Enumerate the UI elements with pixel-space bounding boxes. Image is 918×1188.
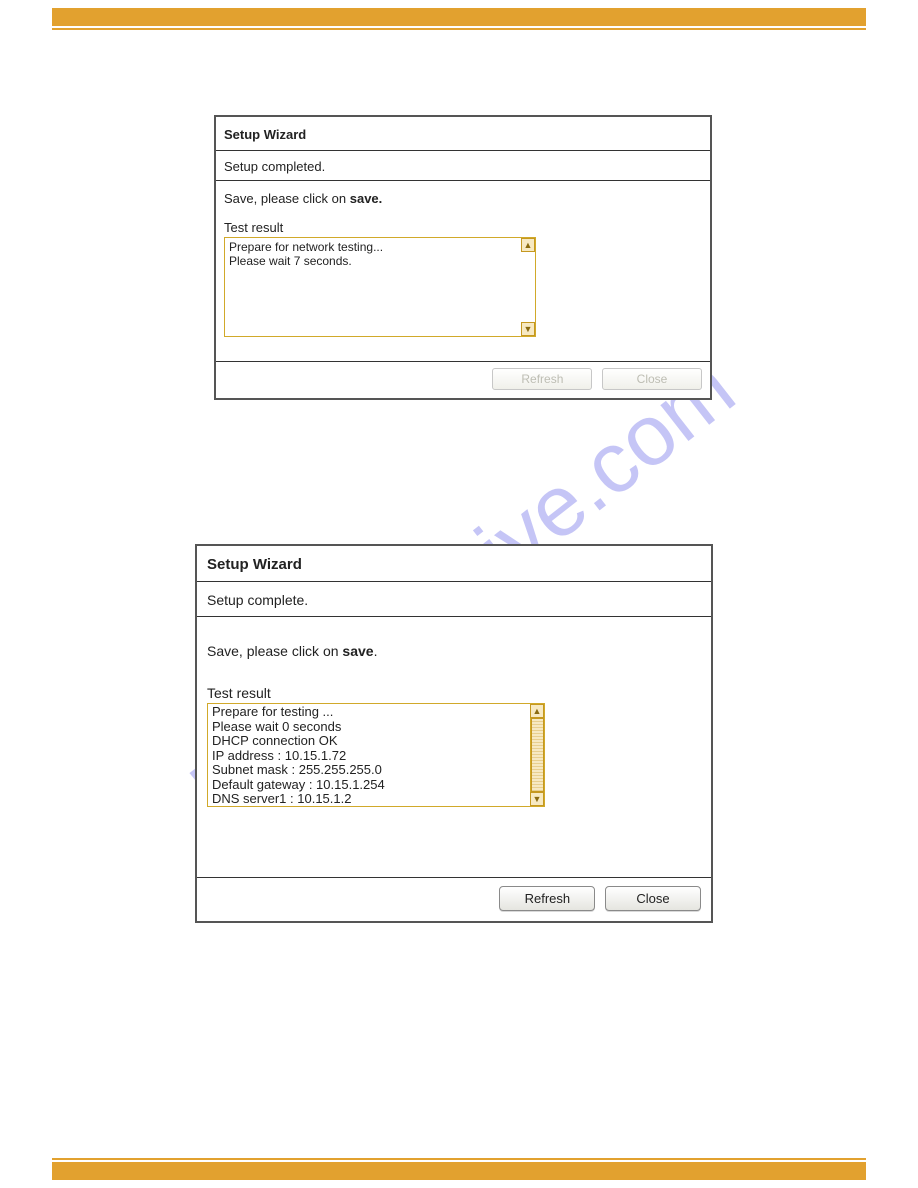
close-button[interactable]: Close — [605, 886, 701, 911]
save-hint-bold: save. — [350, 191, 383, 206]
setup-wizard-dialog-inprogress: Setup Wizard Setup completed. Save, plea… — [214, 115, 712, 400]
scroll-down-icon[interactable]: ▼ — [521, 322, 535, 336]
test-result-text: Prepare for network testing... Please wa… — [225, 238, 519, 336]
dialog-body: Save, please click on save. Test result … — [197, 617, 711, 877]
dialog-body: Save, please click on save. Test result … — [216, 181, 710, 361]
test-result-box[interactable]: Prepare for network testing... Please wa… — [224, 237, 536, 337]
test-result-box[interactable]: Prepare for testing ... Please wait 0 se… — [207, 703, 545, 807]
save-hint-suffix: . — [374, 643, 378, 659]
accent-rule — [52, 1158, 866, 1160]
dialog-footer: Refresh Close — [216, 361, 710, 398]
document-page: manualshive.com Setup Wizard Setup compl… — [0, 0, 918, 1188]
refresh-button[interactable]: Refresh — [492, 368, 592, 390]
close-button[interactable]: Close — [602, 368, 702, 390]
dialog-footer: Refresh Close — [197, 877, 711, 921]
dialog-subtitle: Setup completed. — [216, 151, 710, 181]
setup-wizard-dialog-complete: Setup Wizard Setup complete. Save, pleas… — [195, 544, 713, 923]
dialog-title: Setup Wizard — [197, 546, 711, 582]
save-hint: Save, please click on save. — [224, 191, 702, 206]
test-result-text: Prepare for testing ... Please wait 0 se… — [208, 704, 528, 806]
accent-bar — [52, 1162, 866, 1180]
page-bottom-accent — [52, 1158, 866, 1180]
save-hint-prefix: Save, please click on — [224, 191, 350, 206]
page-top-accent — [52, 8, 866, 30]
dialog-subtitle: Setup complete. — [197, 582, 711, 617]
test-result-label: Test result — [224, 220, 702, 235]
accent-rule — [52, 28, 866, 30]
scroll-down-icon[interactable]: ▼ — [530, 792, 544, 806]
scrollbar-thumb[interactable] — [531, 718, 544, 792]
save-hint-bold: save — [342, 643, 373, 659]
refresh-button[interactable]: Refresh — [499, 886, 595, 911]
accent-bar — [52, 8, 866, 26]
scrollbar-track[interactable]: ▲ ▼ — [530, 704, 544, 806]
scroll-up-icon[interactable]: ▲ — [521, 238, 535, 252]
save-hint: Save, please click on save. — [207, 643, 701, 659]
test-result-label: Test result — [207, 685, 701, 701]
scroll-up-icon[interactable]: ▲ — [530, 704, 544, 718]
dialog-title: Setup Wizard — [216, 117, 710, 151]
save-hint-prefix: Save, please click on — [207, 643, 342, 659]
